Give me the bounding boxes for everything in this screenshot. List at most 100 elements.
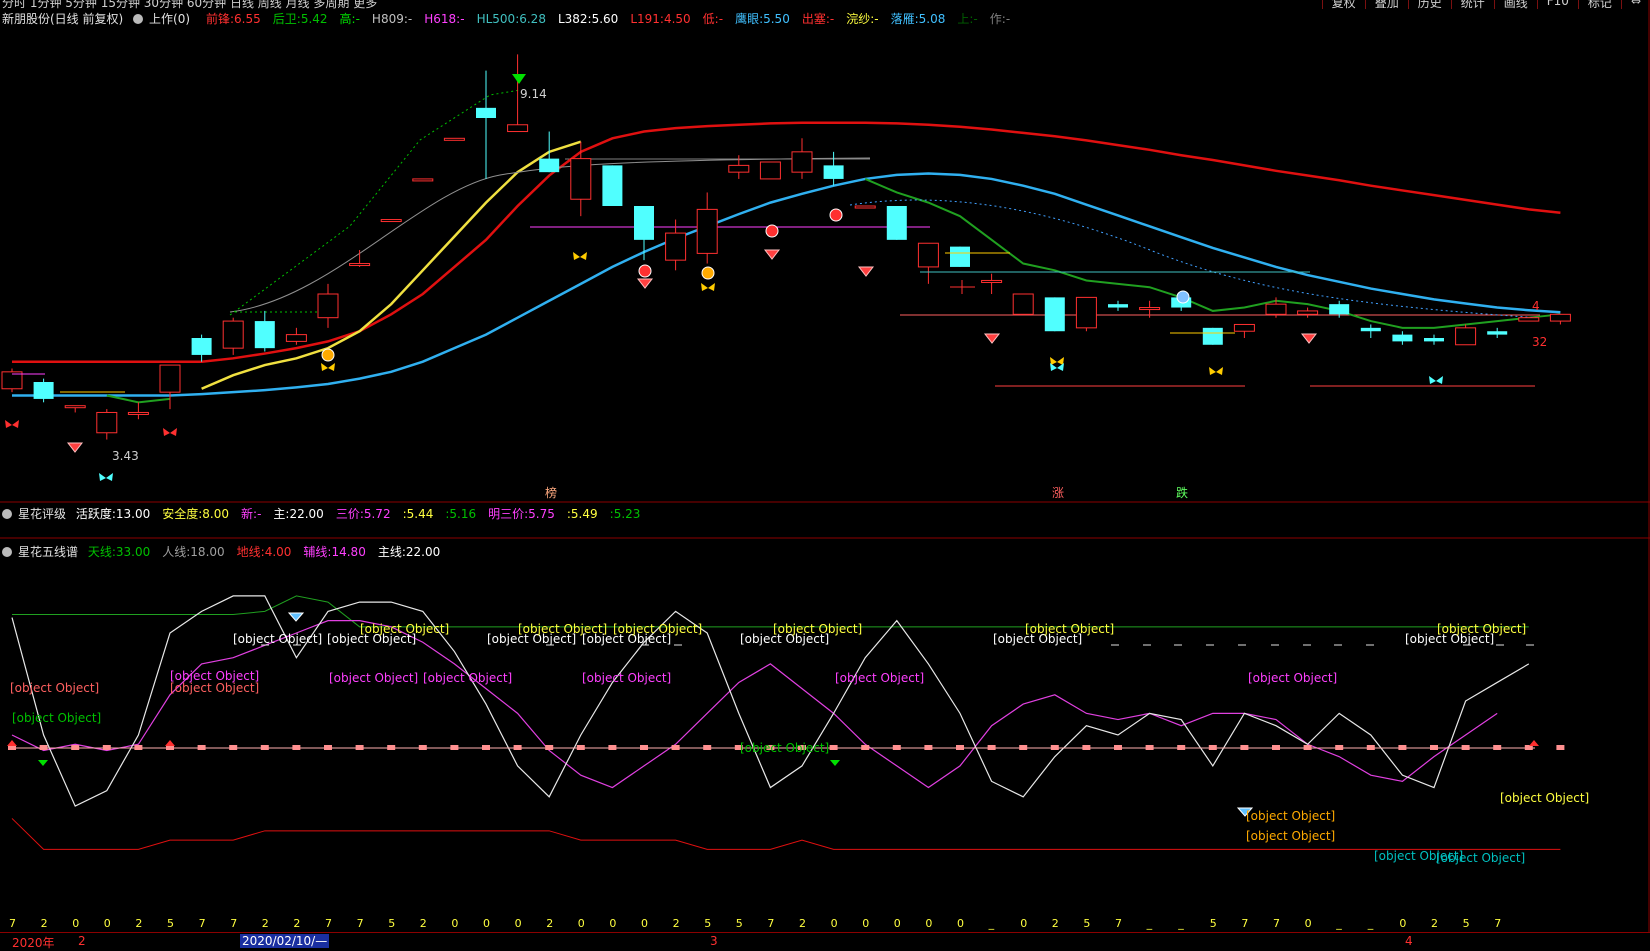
midline-marker xyxy=(1335,745,1344,750)
bottom-digit: 2 xyxy=(135,917,142,930)
bottom-digit: 5 xyxy=(704,917,711,930)
osc-text-mark: [object Object] xyxy=(582,671,671,685)
signal-ball-icon xyxy=(1176,290,1190,304)
candle-body xyxy=(1044,297,1065,332)
midline-marker xyxy=(703,745,712,750)
candle-body xyxy=(696,208,718,254)
midline-marker xyxy=(1114,745,1122,750)
bottom-digit: 0 xyxy=(862,917,869,930)
gem-icon xyxy=(636,278,654,289)
candle-body xyxy=(96,411,118,434)
osc-text-mark: [object Object] xyxy=(1500,791,1589,805)
osc-text-mark: [object Object] xyxy=(1246,829,1335,843)
midline-marker xyxy=(39,745,48,750)
bottom-digit: _ xyxy=(1367,917,1374,930)
midline-marker xyxy=(1208,745,1217,750)
candle-body xyxy=(1108,304,1128,308)
butterfly-icon xyxy=(701,283,715,291)
year-label: 2020年 xyxy=(12,936,55,950)
ma-line-yellow xyxy=(201,140,582,390)
osc-text-mark: [object Object] xyxy=(835,671,924,685)
bottom-digit: 7 xyxy=(230,917,237,930)
bottom-digit: 0 xyxy=(641,917,648,930)
midline-marker xyxy=(355,745,364,750)
candle-body xyxy=(1424,338,1444,342)
butterfly-icon xyxy=(99,473,113,481)
osc-text-mark: [object Object] xyxy=(170,681,259,695)
bottom-digit: 2 xyxy=(262,917,269,930)
candle-body xyxy=(127,411,149,415)
candle-body xyxy=(317,293,339,319)
midline-marker xyxy=(71,745,80,750)
midline-marker xyxy=(1303,745,1312,750)
up-arrow-icon xyxy=(1529,740,1539,746)
right-label: 4 xyxy=(1532,299,1540,313)
candle-body xyxy=(349,263,371,267)
bottom-digit: _ xyxy=(1335,917,1342,930)
bottom-digit: 7 xyxy=(325,917,332,930)
signal-ball-icon xyxy=(765,224,779,238)
midline-marker xyxy=(1272,745,1280,750)
bottom-digit: 0 xyxy=(1020,917,1027,930)
midline-marker xyxy=(1461,745,1470,750)
ma-line-blue xyxy=(12,172,1561,397)
signal-ball-icon xyxy=(829,208,843,222)
month-label-2: 2 xyxy=(78,934,86,948)
candle-body xyxy=(981,279,1003,283)
midline-marker xyxy=(1398,745,1407,750)
candle-body xyxy=(1487,331,1508,335)
candle-body xyxy=(1455,327,1477,346)
midline-marker xyxy=(608,745,617,750)
candle-body xyxy=(1265,303,1287,315)
gem-icon xyxy=(1300,333,1318,344)
candle-body xyxy=(1139,307,1161,311)
candle-body xyxy=(791,151,813,173)
chart-canvas[interactable]: 9.14 3.43 4 32 榜 涨 跌 [object Object] [object Obj… xyxy=(0,0,1650,932)
osc-text-mark: [object Object] xyxy=(10,681,99,695)
candle-body xyxy=(1392,334,1413,342)
osc-line-white xyxy=(11,595,1530,807)
osc-line-green xyxy=(12,595,1529,628)
midline-marker xyxy=(1366,745,1375,750)
midline-marker xyxy=(861,745,870,750)
candle-body xyxy=(380,219,402,223)
price-max-label: 9.14 xyxy=(520,87,547,101)
bottom-digit: 2 xyxy=(41,917,48,930)
candle-body xyxy=(1012,293,1034,315)
timeline-bar[interactable]: 2020年 2 2020/02/10/— 3 4 xyxy=(0,932,1650,950)
osc-text-mark: [object Object] xyxy=(1025,622,1114,636)
midline-marker xyxy=(229,745,238,750)
bottom-digit: 2 xyxy=(420,917,427,930)
bottom-digit: 5 xyxy=(167,917,174,930)
candle-body xyxy=(507,124,529,133)
bottom-digit: 5 xyxy=(388,917,395,930)
bottom-digit: 5 xyxy=(1210,917,1217,930)
bottom-digit: 0 xyxy=(925,917,932,930)
up-arrow-icon xyxy=(165,740,175,746)
bottom-digit: 0 xyxy=(72,917,79,930)
butterfly-icon xyxy=(1050,357,1064,365)
bottom-digit: 2 xyxy=(1052,917,1059,930)
bottom-digit: 0 xyxy=(1305,917,1312,930)
midline-marker xyxy=(892,745,901,750)
bottom-digit: 7 xyxy=(1241,917,1248,930)
bottom-digit: 2 xyxy=(799,917,806,930)
midline-marker xyxy=(545,745,554,750)
midline-marker xyxy=(134,745,143,750)
candle-body xyxy=(602,165,623,206)
bottom-digit: 2 xyxy=(1431,917,1438,930)
candle-body xyxy=(476,107,496,118)
candle-body xyxy=(886,206,907,240)
candle-body xyxy=(33,382,54,399)
candle-body xyxy=(191,338,212,355)
bottom-digit: 7 xyxy=(199,917,206,930)
bottom-digit: 2 xyxy=(673,917,680,930)
midline-marker xyxy=(387,745,396,750)
bottom-digit: 7 xyxy=(9,917,16,930)
bottom-digit: _ xyxy=(1177,917,1184,930)
midline-marker xyxy=(924,745,933,750)
butterfly-icon xyxy=(321,363,335,371)
osc-text-mark: [object Object] xyxy=(1436,851,1525,865)
midline-marker xyxy=(956,745,964,750)
midline-marker xyxy=(450,745,459,750)
